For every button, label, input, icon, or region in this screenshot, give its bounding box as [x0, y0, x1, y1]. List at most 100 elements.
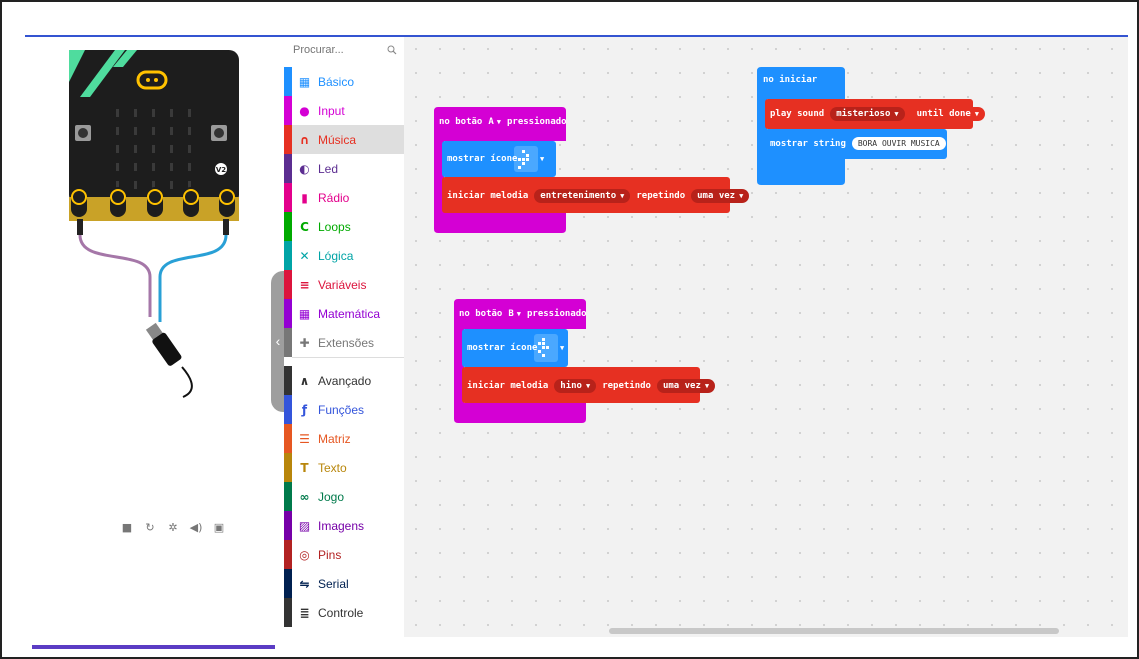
shuffle-icon: ✕: [299, 248, 310, 263]
category-label: Texto: [318, 460, 347, 475]
category-label: Serial: [318, 576, 349, 591]
toolbox-category[interactable]: ▮ Rádio: [284, 183, 404, 212]
icon-dropdown-b[interactable]: ▼: [560, 344, 564, 352]
repeat-dropdown-a[interactable]: uma vez ▼: [691, 189, 750, 203]
show-icon-block-b[interactable]: mostrar ícone: [467, 343, 537, 353]
category-color-bar: [284, 241, 292, 270]
button-a-dropdown[interactable]: A ▼: [488, 117, 501, 127]
button-b-dropdown[interactable]: B ▼: [508, 309, 521, 319]
category-label: Loops: [318, 219, 351, 234]
search-box: [284, 37, 404, 67]
toolbox-category[interactable]: ∩ Música: [284, 125, 404, 154]
fullscreen-icon[interactable]: ▣: [212, 521, 226, 535]
category-label: Imagens: [318, 518, 365, 533]
signal-icon: ▮: [301, 190, 308, 205]
gamepad-icon: ∞: [299, 489, 310, 504]
category-color-bar: [284, 299, 292, 328]
toolbox-category[interactable]: ⇋ Serial: [284, 569, 404, 598]
stop-icon[interactable]: ■: [120, 521, 134, 535]
grid-icon: ▦: [298, 74, 311, 89]
restart-icon[interactable]: ↻: [143, 521, 157, 535]
function-icon: ƒ: [301, 402, 308, 417]
category-color-bar: [284, 569, 292, 598]
play-sound-block[interactable]: play sound misterioso ▼ until done ▼: [770, 107, 985, 121]
category-label: Básico: [318, 74, 355, 89]
show-icon-block-a[interactable]: mostrar ícone: [447, 154, 517, 164]
loop-icon: C: [300, 219, 309, 234]
category-label: Matemática: [318, 306, 381, 321]
button-a-header: no botão A ▼ pressionado: [439, 117, 567, 127]
category-color-bar: [284, 424, 292, 453]
button-b-header: no botão B ▼ pressionado: [459, 309, 587, 319]
category-label: Jogo: [318, 489, 345, 504]
toolbox-category[interactable]: ƒ Funções: [284, 395, 404, 424]
microbit-board[interactable]: V2 0 1 2 3V GND: [25, 37, 284, 417]
led-icon: ◐: [299, 161, 310, 176]
category-color-bar: [284, 453, 292, 482]
category-label: Matriz: [318, 431, 351, 446]
toolbox-category[interactable]: ● Input: [284, 96, 404, 125]
melody-dropdown-b[interactable]: hino ▼: [554, 379, 597, 393]
icon-dropdown-a[interactable]: ▼: [540, 155, 544, 163]
toolbox-category[interactable]: C Loops: [284, 212, 404, 241]
category-label: Extensões: [318, 335, 375, 350]
app-frame: V2 0 1 2 3V GND ■ ↻ ✲ ◀) ▣ ‹ Procurar...…: [0, 0, 1139, 659]
simulator-controls: ■ ↻ ✲ ◀) ▣: [120, 521, 226, 535]
horizontal-scrollbar[interactable]: [609, 628, 1059, 634]
category-label: Avançado: [318, 373, 372, 388]
toolbox-category[interactable]: ∞ Jogo: [284, 482, 404, 511]
category-color-bar: [284, 482, 292, 511]
blocks-workspace[interactable]: no iniciar play sound misterioso ▼ until …: [404, 37, 1128, 637]
toolbox-category[interactable]: ☰ Matriz: [284, 424, 404, 453]
bottom-accent-bar: [32, 645, 275, 649]
start-melody-block-b[interactable]: iniciar melodia hino ▼ repetindo uma vez ▼: [467, 379, 716, 393]
toolbox-category[interactable]: ◎ Pins: [284, 540, 404, 569]
search-input[interactable]: [293, 44, 373, 56]
category-color-bar: [284, 598, 292, 627]
debug-icon[interactable]: ✲: [166, 521, 180, 535]
search-icon[interactable]: [387, 45, 397, 55]
plus-circle-icon: ✚: [299, 335, 310, 350]
toolbox-category[interactable]: ◐ Led: [284, 154, 404, 183]
toolbox-category[interactable]: ✚ Extensões: [284, 328, 404, 357]
category-label: Música: [318, 132, 357, 147]
category-color-bar: [284, 67, 292, 96]
svg-text:0: 0: [77, 209, 81, 216]
melody-dropdown-a[interactable]: entretenimento ▼: [534, 189, 631, 203]
category-label: Pins: [318, 547, 342, 562]
simulator-panel: V2 0 1 2 3V GND ■ ↻ ✲ ◀) ▣: [25, 37, 284, 637]
category-color-bar: [284, 366, 292, 395]
category-color-bar: [284, 125, 292, 154]
toolbox-divider: [292, 357, 404, 358]
svg-text:1: 1: [116, 209, 120, 216]
toolbox-category[interactable]: T Texto: [284, 453, 404, 482]
toolbox-category[interactable]: ▦ Matemática: [284, 299, 404, 328]
toolbox-category[interactable]: ▨ Imagens: [284, 511, 404, 540]
svg-text:V2: V2: [216, 166, 226, 174]
chevron-up-icon: ∧: [299, 373, 310, 388]
input-icon: ●: [299, 103, 310, 118]
string-value[interactable]: BORA OUVIR MUSICA: [851, 137, 946, 150]
category-color-bar: [284, 212, 292, 241]
toolbox-category[interactable]: ✕ Lógica: [284, 241, 404, 270]
category-color-bar: [284, 328, 292, 357]
sound-icon[interactable]: ◀): [189, 521, 203, 535]
toolbox-category[interactable]: ▦ Básico: [284, 67, 404, 96]
list-icon: ≡: [299, 277, 310, 292]
calculator-icon: ▦: [298, 306, 311, 321]
category-color-bar: [284, 511, 292, 540]
sound-dropdown[interactable]: misterioso ▼: [830, 107, 905, 121]
show-string-block[interactable]: mostrar string BORA OUVIR MUSICA: [770, 137, 946, 150]
category-color-bar: [284, 96, 292, 125]
collapse-simulator-button[interactable]: ‹: [271, 271, 285, 412]
category-label: Funções: [318, 402, 365, 417]
toolbox-category[interactable]: ≡ Variáveis: [284, 270, 404, 299]
toolbox-category[interactable]: ∧ Avançado: [284, 366, 404, 395]
until-dropdown[interactable]: until done ▼: [910, 107, 985, 121]
category-label: Controle: [318, 605, 364, 620]
repeat-dropdown-b[interactable]: uma vez ▼: [656, 379, 716, 393]
toolbox-category[interactable]: ≣ Controle: [284, 598, 404, 627]
svg-text:3V: 3V: [187, 209, 196, 216]
category-color-bar: [284, 270, 292, 299]
start-melody-block-a[interactable]: iniciar melodia entretenimento ▼ repetind…: [447, 189, 750, 203]
